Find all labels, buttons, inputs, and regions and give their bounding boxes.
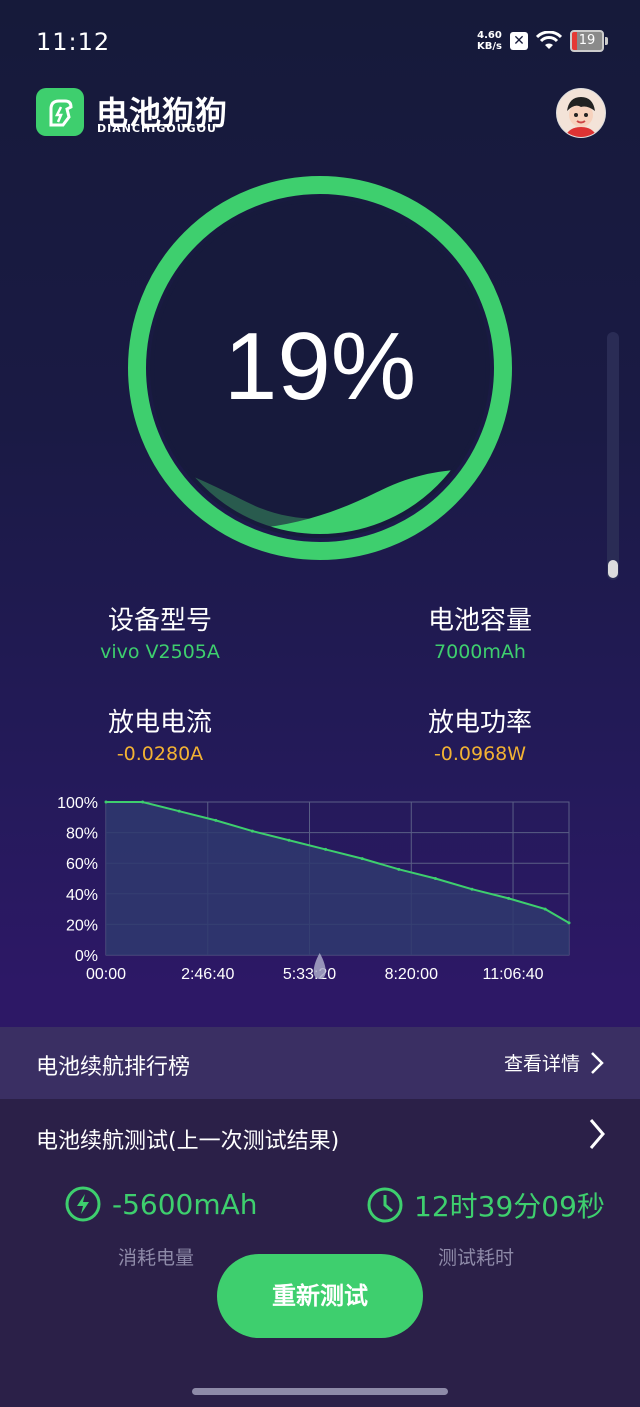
chart-x-tick-label: 5:33:20 xyxy=(283,966,336,983)
chart-area xyxy=(106,802,569,955)
chart-point xyxy=(360,857,364,861)
chevron-right-icon xyxy=(591,1051,604,1074)
chart-point xyxy=(433,877,437,880)
chart-point xyxy=(324,847,328,851)
avatar[interactable] xyxy=(556,88,606,138)
battery-gauge xyxy=(128,176,512,560)
app-subtitle: DIANCHIGOUGOU xyxy=(97,122,217,135)
view-details-link[interactable]: 查看详情 xyxy=(504,1049,604,1076)
chart-point xyxy=(104,800,108,804)
discharge-current-label: 放电电流 xyxy=(107,708,212,738)
chart-point xyxy=(141,800,145,804)
scrollbar[interactable] xyxy=(607,332,619,580)
chart-y-tick-label: 0% xyxy=(75,948,98,965)
lightning-icon xyxy=(65,1186,101,1222)
chart-x-tick-label: 8:20:00 xyxy=(385,966,438,983)
chart-point xyxy=(543,907,547,911)
chart-x-tick-label: 2:46:40 xyxy=(181,966,234,983)
app-header: 电池狗狗 DIANCHIGOUGOU xyxy=(0,84,640,144)
discharge-power-label: 放电功率 xyxy=(427,708,532,738)
test-title[interactable]: 电池续航测试(上一次测试结果) xyxy=(36,1123,339,1155)
ranking-title: 电池续航排行榜 xyxy=(36,1055,191,1080)
battery-capacity-value: 7000mAh xyxy=(434,641,526,663)
battery-icon: 19 xyxy=(570,30,608,52)
chart-point xyxy=(177,809,181,813)
discharge-current-value: -0.0280A xyxy=(116,743,204,765)
app-logo-icon xyxy=(36,88,84,136)
device-model-value: vivo V2505A xyxy=(100,641,220,663)
chart-point xyxy=(397,867,401,871)
duration-stat: 12时39分09秒 xyxy=(366,1185,605,1225)
battery-capacity-block: 电池容量 7000mAh xyxy=(350,600,610,663)
chart-y-tick-label: 80% xyxy=(66,826,98,843)
chart-point xyxy=(507,896,511,900)
chart-y-tick-label: 100% xyxy=(57,795,98,812)
chart-point xyxy=(567,921,571,925)
view-details-label: 查看详情 xyxy=(503,1053,580,1075)
retest-button[interactable]: 重新测试 xyxy=(217,1254,423,1338)
device-model-block: 设备型号 vivo V2505A xyxy=(30,600,290,663)
network-speed: 4.60 KB/s xyxy=(477,30,502,52)
wifi-icon xyxy=(536,31,562,49)
battery-test-panel: 电池续航测试(上一次测试结果) -5600mAh 消耗电量 12时39分09秒 … xyxy=(0,1099,640,1407)
status-icons: 4.60 KB/s ✕ 19 xyxy=(477,30,608,52)
chart-scrubber-handle xyxy=(313,953,326,979)
chart-y-tick-label: 20% xyxy=(66,917,98,934)
status-bar: 11:12 4.60 KB/s ✕ 19 xyxy=(0,0,640,84)
duration-label: 测试耗时 xyxy=(438,1247,515,1269)
chart-y-tick-label: 60% xyxy=(66,856,98,873)
battery-capacity-label: 电池容量 xyxy=(427,606,532,636)
x-icon: ✕ xyxy=(510,32,528,50)
consumed-value: -5600mAh xyxy=(112,1187,258,1221)
discharge-chart[interactable]: 100% 80% 60% 40% 20% 0%00:00 2:46:40 5:33:20 8:2… xyxy=(50,790,590,990)
discharge-power-value: -0.0968W xyxy=(433,743,527,765)
home-indicator[interactable] xyxy=(192,1388,448,1395)
chart-point xyxy=(214,818,218,822)
discharge-power-block: 放电功率 -0.0968W xyxy=(350,702,610,765)
chart-x-tick-label: 00:00 xyxy=(86,966,126,983)
chart-point xyxy=(250,829,254,833)
ranking-row[interactable]: 电池续航排行榜 查看详情 xyxy=(0,1027,640,1099)
chevron-right-icon[interactable] xyxy=(588,1117,606,1151)
duration-value: 12时39分09秒 xyxy=(414,1190,605,1223)
consumed-label: 消耗电量 xyxy=(118,1247,195,1269)
status-time: 11:12 xyxy=(36,28,111,56)
chart-y-tick-label: 40% xyxy=(66,887,98,904)
chart-x-tick-label: 11:06:40 xyxy=(482,966,543,983)
chart-point xyxy=(287,838,291,842)
device-model-label: 设备型号 xyxy=(107,606,212,636)
scrollbar-thumb[interactable] xyxy=(608,560,618,578)
discharge-current-block: 放电电流 -0.0280A xyxy=(30,702,290,765)
consumed-stat: -5600mAh xyxy=(64,1185,258,1223)
chart-point xyxy=(470,887,474,891)
clock-icon xyxy=(367,1187,403,1223)
